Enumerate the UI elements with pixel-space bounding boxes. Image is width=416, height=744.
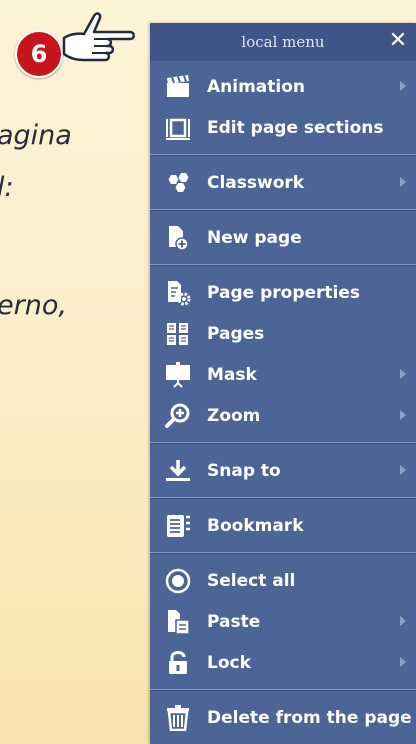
menu-item-label: Classwork (207, 172, 305, 193)
background-text-line-2: l: (0, 172, 14, 203)
menu-item-classwork[interactable]: Classwork (150, 162, 416, 203)
menu-item-mask[interactable]: Mask (150, 354, 416, 395)
menu-item-select-all[interactable]: Select all (150, 560, 416, 601)
submenu-arrow-icon (400, 657, 406, 667)
menu-item-pages[interactable]: Pages (150, 313, 416, 354)
menu-item-label: Edit page sections (207, 117, 384, 138)
menu-item-label: Lock (207, 652, 251, 673)
select-all-icon (164, 568, 192, 594)
menu-item-animation[interactable]: Animation (150, 66, 416, 107)
menu-item-label: Snap to (207, 460, 281, 481)
menu-item-label: New page (207, 227, 302, 248)
menu-item-label: Page properties (207, 282, 361, 303)
page-sections-icon (164, 115, 192, 141)
submenu-arrow-icon (400, 369, 406, 379)
mask-screen-icon (164, 362, 192, 388)
page-properties-icon (164, 280, 192, 306)
hexagons-icon (164, 170, 192, 196)
clapperboard-icon (164, 74, 192, 100)
menu-separator (150, 546, 416, 560)
menu-separator (150, 491, 416, 505)
menu-item-page-properties[interactable]: Page properties (150, 272, 416, 313)
menu-item-bookmark[interactable]: Bookmark (150, 505, 416, 546)
menu-title: local menu (241, 33, 325, 51)
submenu-arrow-icon (400, 465, 406, 475)
background-text-line-3: erno, (0, 290, 67, 321)
trash-icon (164, 705, 192, 731)
menu-separator (150, 148, 416, 162)
pointing-hand-icon (62, 12, 135, 62)
menu-separator (150, 258, 416, 272)
snap-download-icon (164, 458, 192, 484)
zoom-icon (164, 403, 192, 429)
menu-item-label: Mask (207, 364, 257, 385)
menu-item-label: Delete from the page (207, 707, 412, 728)
menu-item-snap-to[interactable]: Snap to (150, 450, 416, 491)
menu-item-label: Paste (207, 611, 261, 632)
menu-item-edit-page-sections[interactable]: Edit page sections (150, 107, 416, 148)
close-button[interactable]: ✕ (386, 28, 410, 54)
menu-item-lock[interactable]: Lock (150, 642, 416, 683)
menu-item-zoom[interactable]: Zoom (150, 395, 416, 436)
new-page-icon (164, 225, 192, 251)
menu-item-delete-from-page[interactable]: Delete from the page (150, 697, 416, 738)
menu-item-label: Animation (207, 76, 306, 97)
paste-icon (164, 609, 192, 635)
menu-item-label: Select all (207, 570, 296, 591)
submenu-arrow-icon (400, 410, 406, 420)
menu-item-label: Pages (207, 323, 265, 344)
background-text-line-1: agina (0, 120, 72, 151)
menu-header: local menu ✕ (150, 23, 416, 61)
menu-item-label: Bookmark (207, 515, 304, 536)
menu-item-new-page[interactable]: New page (150, 217, 416, 258)
lock-icon (164, 650, 192, 676)
menu-separator (150, 203, 416, 217)
submenu-arrow-icon (400, 81, 406, 91)
submenu-arrow-icon (400, 177, 406, 187)
menu-separator (150, 683, 416, 697)
step-number-badge: 6 (15, 30, 63, 78)
menu-item-paste[interactable]: Paste (150, 601, 416, 642)
menu-separator (150, 436, 416, 450)
bookmark-icon (164, 513, 192, 539)
submenu-arrow-icon (400, 616, 406, 626)
pages-grid-icon (164, 321, 192, 347)
menu-item-label: Zoom (207, 405, 261, 426)
local-menu: local menu ✕ Animation Edit page section… (150, 23, 416, 744)
